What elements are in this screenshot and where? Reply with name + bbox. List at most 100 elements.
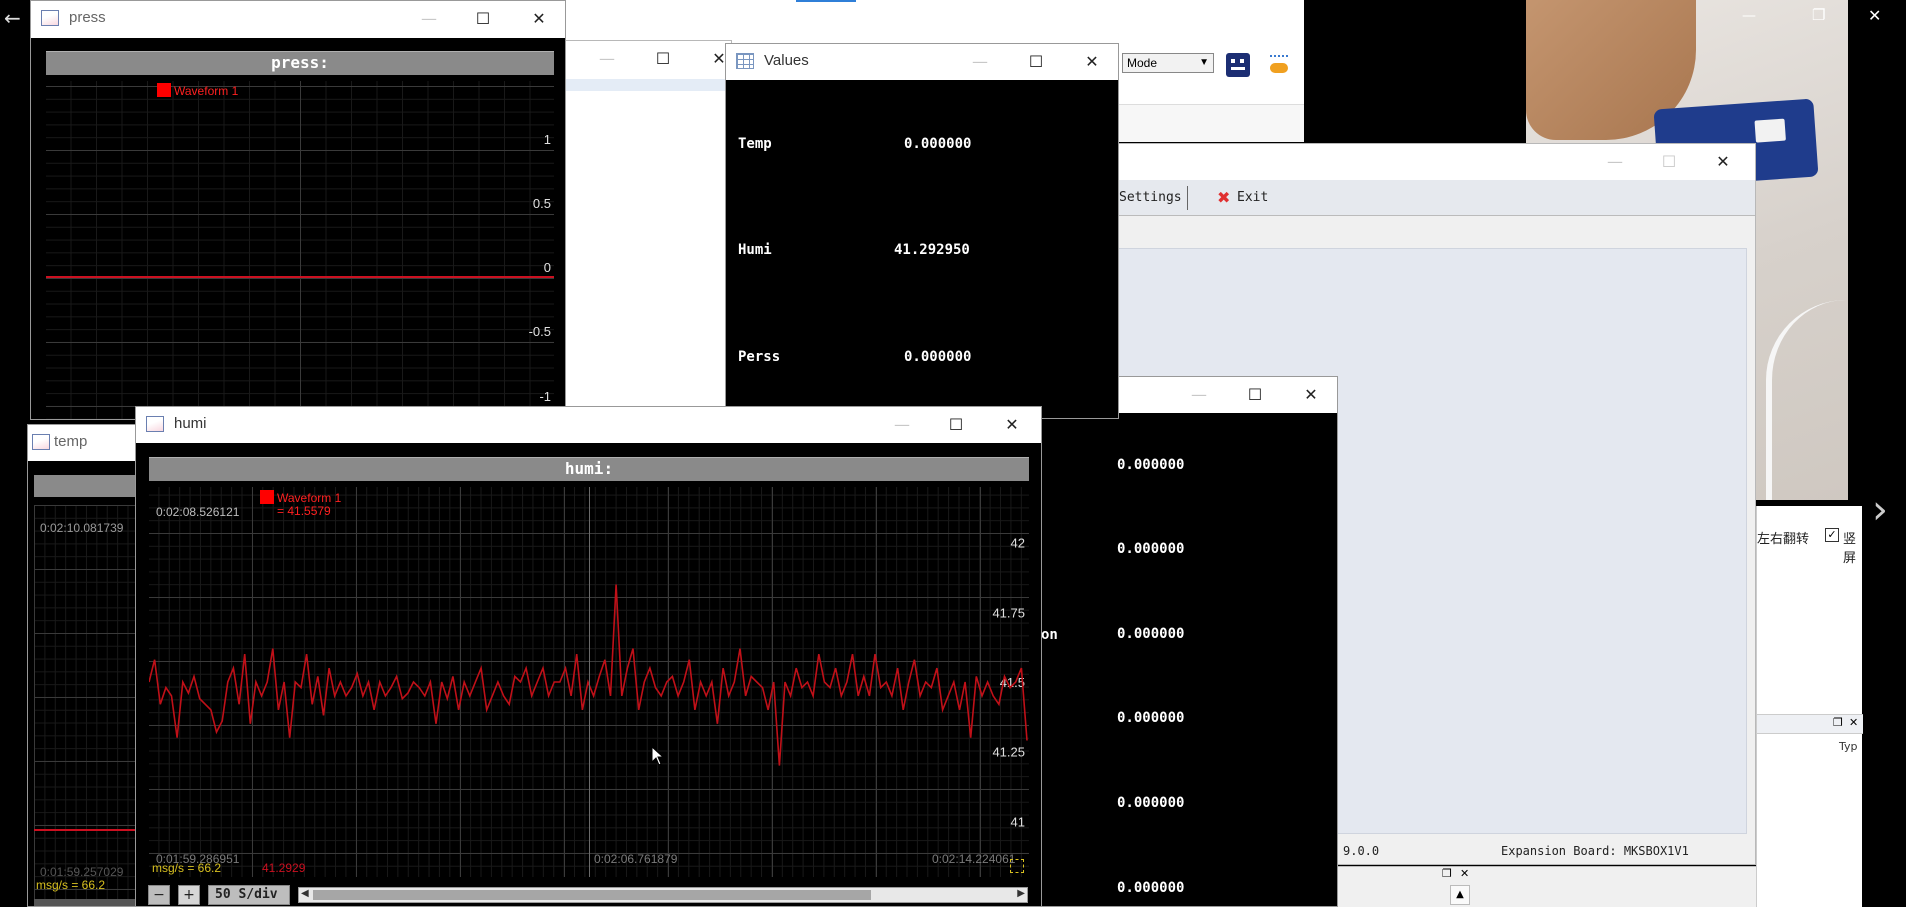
vertical-label: 竖屏	[1843, 532, 1857, 566]
humi-cursor-time: 0:02:08.526121	[156, 505, 240, 519]
humi-controls-bar: − + 50 S/div ◀ ▶	[136, 881, 1041, 906]
temp-value: 0.000000	[904, 136, 972, 152]
temp-label: Temp	[738, 136, 772, 152]
zoom-in-button[interactable]: +	[178, 885, 200, 905]
dock-icon[interactable]: ❐	[1833, 716, 1843, 729]
humi-maximize-button[interactable]: ☐	[928, 407, 984, 441]
temp-plot-area	[34, 505, 146, 905]
temp-titlebar: temp	[28, 425, 146, 461]
humi-close-button[interactable]: ✕	[984, 407, 1040, 441]
chart-app-icon	[32, 434, 50, 450]
values-2-minimize-button[interactable]: —	[1171, 377, 1227, 411]
panel-close-icon[interactable]: ✕	[1460, 867, 1469, 880]
humi-y-tick: 41.25	[992, 745, 1025, 760]
temp-bottom-timestamp: 0:01:59.257029	[40, 865, 124, 879]
cable-image	[1766, 300, 1848, 500]
values-2-partial-label: on	[1041, 627, 1058, 643]
camera-minimize-button[interactable]: —	[1742, 8, 1756, 24]
humi-y-tick: 41.75	[992, 605, 1025, 620]
values-2-close-button[interactable]: ✕	[1283, 377, 1337, 411]
press-legend-label: Waveform 1	[174, 84, 239, 98]
humi-legend-swatch	[260, 490, 274, 504]
perss-value: 0.000000	[904, 349, 972, 365]
press-close-button[interactable]: ✕	[511, 1, 565, 35]
press-y-tick: -1	[539, 389, 551, 404]
perss-label: Perss	[738, 349, 781, 365]
panel-close-icon[interactable]: ✕	[1849, 716, 1858, 729]
robot-icon[interactable]	[1226, 53, 1250, 77]
camera-close-button[interactable]: ✕	[1868, 6, 1881, 25]
humi-y-tick: 41	[1011, 814, 1025, 829]
flip-label: 左右翻转	[1757, 532, 1810, 547]
blank-minimize-button[interactable]: —	[579, 41, 635, 75]
vertical-checkbox[interactable]: ✓	[1825, 528, 1839, 542]
values-title: Values	[764, 52, 809, 69]
exit-button[interactable]: Exit	[1237, 190, 1268, 205]
settings-button[interactable]: Settings	[1119, 190, 1182, 205]
press-title: press	[69, 9, 106, 26]
humi-cursor-line	[589, 487, 590, 877]
main-close-button[interactable]: ✕	[1695, 144, 1751, 178]
scroll-right-arrow[interactable]: ▶	[1017, 888, 1025, 899]
press-y-tick: 0	[543, 260, 551, 275]
dock-icon[interactable]: ❐	[1442, 867, 1452, 880]
humi-minimize-button[interactable]: —	[874, 407, 930, 441]
humi-waveform-line	[149, 584, 1028, 766]
type-column-header: Typ	[1839, 740, 1858, 753]
humi-title: humi	[174, 415, 207, 432]
press-waveform-line	[46, 276, 554, 278]
main-minimize-button[interactable]: —	[1587, 144, 1643, 178]
mode-select-value: Mode	[1127, 56, 1158, 70]
toolbar-divider	[1187, 186, 1188, 210]
values-2-maximize-button[interactable]: ☐	[1227, 377, 1283, 411]
zoom-out-button[interactable]: −	[148, 885, 170, 905]
camera-restore-button[interactable]: ❐	[1812, 6, 1825, 24]
values-2-row-value: 0.000000	[1117, 457, 1185, 473]
humi-value: 41.292950	[894, 242, 970, 258]
values-2-row-value: 0.000000	[1117, 626, 1185, 642]
values-maximize-button[interactable]: ☐	[1008, 44, 1064, 78]
mode-select[interactable]: Mode ▼	[1122, 53, 1214, 73]
version-label: 9.0.0	[1343, 844, 1380, 858]
humi-window: humi — ☐ ✕ humi: 41 41.25 41.5 41.75 42 Wave…	[135, 406, 1042, 907]
humi-scope-title: humi:	[149, 457, 1029, 481]
side-panel: 左右翻转 ✓ 竖屏 ❐ ✕ Typ	[1756, 506, 1863, 907]
autoscale-icon[interactable]	[1010, 859, 1024, 873]
press-minimize-button[interactable]: —	[401, 1, 457, 35]
values-2-row-value: 0.000000	[1117, 541, 1185, 557]
back-arrow-icon[interactable]: ←	[4, 6, 21, 30]
exit-icon[interactable]: ✖	[1217, 188, 1230, 207]
blank-maximize-button[interactable]: ☐	[635, 41, 691, 75]
values-window-2: — ☐ ✕ on 0.000000 0.000000 0.000000 0.00…	[1030, 376, 1338, 907]
humi-current-value: 41.2929	[262, 861, 306, 875]
values-close-button[interactable]: ✕	[1064, 44, 1118, 78]
temp-scope-title	[34, 475, 146, 497]
scroll-thumb[interactable]	[313, 890, 871, 900]
values-2-row-value: 0.000000	[1117, 795, 1185, 811]
press-y-tick: -0.5	[528, 324, 551, 339]
chart-app-icon	[41, 10, 59, 26]
values-window: Values — ☐ ✕ Temp 0.000000 Humi 41.29295…	[725, 43, 1119, 419]
time-scrollbar[interactable]: ◀ ▶	[298, 887, 1028, 903]
samples-per-div-select[interactable]: 50 S/div	[208, 885, 290, 905]
humi-x-label-mid: 0:02:06.761879	[594, 852, 678, 866]
temp-window: temp 0:02:10.081739 0:01:59.257029 msg/s…	[27, 424, 147, 907]
humi-y-tick: 42	[1011, 536, 1025, 551]
cloud-icon[interactable]	[1268, 55, 1290, 77]
humi-legend-value: = 41.5579	[277, 504, 331, 518]
values-2-row-value: 0.000000	[1117, 880, 1185, 896]
temp-rate: msg/s = 66.2	[36, 878, 106, 892]
humi-x-label-right: 0:02:14.224061	[932, 852, 1016, 866]
humi-legend-label: Waveform 1	[277, 491, 342, 505]
next-arrow-icon[interactable]: ›	[1872, 490, 1888, 530]
press-y-tick: 1	[543, 132, 551, 147]
press-maximize-button[interactable]: ☐	[455, 1, 511, 35]
panel-scroll-up[interactable]: ▲	[1450, 885, 1470, 905]
scroll-left-arrow[interactable]: ◀	[301, 888, 309, 899]
main-maximize-button[interactable]: ☐	[1641, 144, 1697, 178]
values-minimize-button[interactable]: —	[952, 44, 1008, 78]
blank-window: — ☐ ✕	[564, 40, 732, 410]
press-legend-swatch	[157, 83, 171, 97]
press-y-tick: 0.5	[532, 196, 551, 211]
press-window: press — ☐ ✕ press: Waveform 1 1 0.5 0 -0…	[30, 0, 566, 420]
